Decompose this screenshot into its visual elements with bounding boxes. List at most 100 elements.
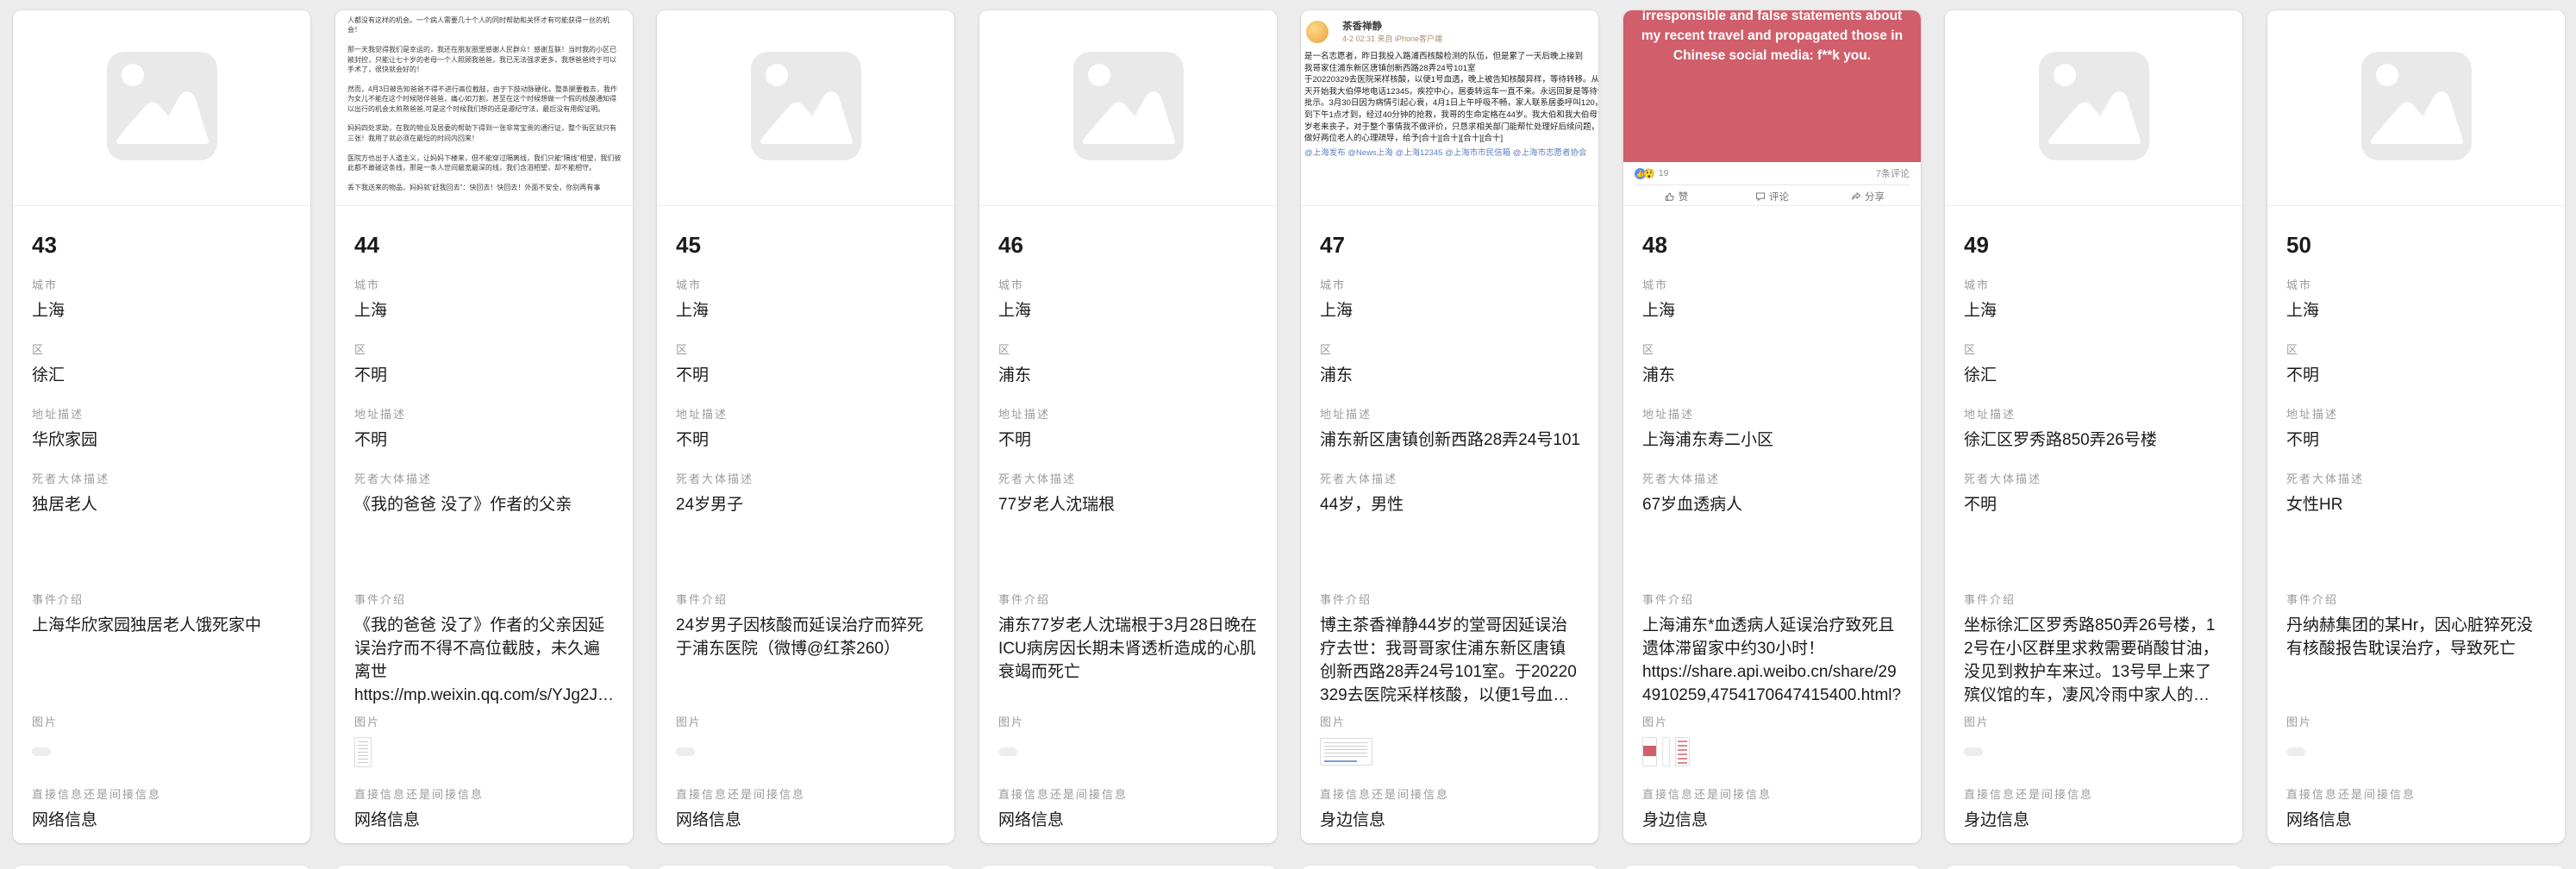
record-card[interactable]: irresponsible and false statements about… bbox=[1623, 10, 1921, 843]
comment-icon bbox=[1755, 191, 1766, 202]
attachment-thumbnails bbox=[676, 736, 935, 767]
field-label-city: 城市 bbox=[676, 278, 935, 292]
attachment-thumbnail-pill[interactable] bbox=[32, 747, 51, 756]
field-value-address: 不明 bbox=[2286, 428, 2546, 452]
field-label-city: 城市 bbox=[32, 278, 291, 292]
article-text: 人都没有这样的机会。一个病人需要几十个人的同时帮助和关怀才有可能获得一丝的机会！… bbox=[347, 16, 622, 192]
cover-placeholder bbox=[657, 10, 954, 205]
card-cover bbox=[2267, 10, 2565, 206]
field-value-deceased: 《我的爸爸 没了》作者的父亲 bbox=[354, 493, 614, 572]
record-number: 44 bbox=[354, 232, 614, 258]
field-label-address: 地址描述 bbox=[354, 408, 614, 422]
field-value-district: 不明 bbox=[676, 364, 935, 387]
attachment-thumbnail-pill[interactable] bbox=[676, 747, 695, 756]
field-label-image: 图片 bbox=[1642, 716, 1902, 729]
field-label-city: 城市 bbox=[998, 278, 1258, 292]
field-label-deceased: 死者大体描述 bbox=[354, 472, 614, 486]
field-label-district: 区 bbox=[676, 343, 935, 357]
cover-placeholder bbox=[1945, 10, 2242, 205]
attachment-thumbnail-fb-thin[interactable] bbox=[1662, 737, 1670, 766]
article-screenshot: 人都没有这样的机会。一个病人需要几十个人的同时帮助和关怀才有可能获得一丝的机会！… bbox=[335, 10, 633, 192]
field-label-deceased: 死者大体描述 bbox=[998, 472, 1258, 486]
card-cover: 人都没有这样的机会。一个病人需要几十个人的同时帮助和关怀才有可能获得一丝的机会！… bbox=[335, 10, 633, 206]
next-row-card-top bbox=[979, 866, 1277, 869]
field-value-district: 浦东 bbox=[1320, 364, 1579, 387]
field-value-address: 上海浦东寿二小区 bbox=[1642, 428, 1902, 452]
field-value-district: 浦东 bbox=[998, 364, 1258, 387]
attachment-thumbnails bbox=[2286, 736, 2546, 767]
field-label-city: 城市 bbox=[1964, 278, 2223, 292]
attachment-thumbnail-pill[interactable] bbox=[1964, 747, 1983, 756]
field-value-direct: 身边信息 bbox=[1320, 809, 1579, 832]
field-label-district: 区 bbox=[1320, 343, 1579, 357]
field-label-district: 区 bbox=[32, 343, 291, 357]
field-label-city: 城市 bbox=[1642, 278, 1902, 292]
field-label-deceased: 死者大体描述 bbox=[1320, 472, 1579, 486]
share-icon bbox=[1851, 191, 1861, 202]
attachment-thumbnail-fb-red[interactable] bbox=[1642, 737, 1657, 766]
field-value-deceased: 77岁老人沈瑞根 bbox=[998, 493, 1258, 572]
like-button: 赞 bbox=[1629, 190, 1724, 203]
facebook-reaction-row: 👍 😲 19 7条评论 bbox=[1623, 162, 1921, 184]
field-value-event: 上海华欣家园独居老人饿死家中 bbox=[32, 614, 291, 707]
attachment-thumbnail-doc[interactable] bbox=[354, 737, 372, 767]
field-label-event: 事件介绍 bbox=[1320, 593, 1579, 607]
record-card[interactable]: 是一名志愿者，昨日我投入路浦西核酸检测的队伍，但是累了一天后晚上接到 我哥家住浦… bbox=[1301, 10, 1598, 843]
record-number: 49 bbox=[1964, 232, 2223, 258]
field-value-direct: 网络信息 bbox=[32, 809, 291, 832]
card-body: 44 城市 上海 区 不明 地址描述 不明 死者大体描述 《我的爸爸 没了》作者… bbox=[335, 232, 633, 832]
field-value-city: 上海 bbox=[1964, 299, 2223, 322]
weibo-username: 茶香禅静 bbox=[1342, 21, 1595, 33]
field-value-city: 上海 bbox=[1642, 299, 1902, 322]
field-value-address: 不明 bbox=[998, 428, 1258, 452]
card-body: 47 城市 上海 区 浦东 地址描述 浦东新区唐镇创新西路28弄24号101室 … bbox=[1301, 232, 1598, 832]
field-value-district: 不明 bbox=[354, 364, 614, 387]
wow-reaction-icon: 😲 bbox=[1643, 168, 1655, 179]
field-value-deceased: 24岁男子 bbox=[676, 493, 935, 572]
field-label-direct: 直接信息还是间接信息 bbox=[1964, 788, 2223, 802]
field-value-event: 上海浦东*血透病人延误治疗致死且遗体滞留家中约30小时！ https://sha… bbox=[1642, 614, 1902, 707]
record-number: 43 bbox=[32, 232, 291, 258]
field-value-direct: 网络信息 bbox=[354, 809, 614, 832]
field-label-deceased: 死者大体描述 bbox=[2286, 472, 2546, 486]
card-body: 46 城市 上海 区 浦东 地址描述 不明 死者大体描述 77岁老人沈瑞根 事件… bbox=[979, 232, 1277, 832]
field-value-district: 浦东 bbox=[1642, 364, 1902, 387]
record-card[interactable]: 46 城市 上海 区 浦东 地址描述 不明 死者大体描述 77岁老人沈瑞根 事件… bbox=[979, 10, 1277, 843]
attachment-thumbnail-pill[interactable] bbox=[2286, 747, 2305, 756]
next-row-card-top bbox=[657, 866, 954, 869]
field-value-deceased: 女性HR bbox=[2286, 493, 2546, 572]
weibo-screenshot: 茶香禅静 4-2 02:31 来自 iPhone客户端 是一名志愿者，昨日我投入… bbox=[1301, 10, 1598, 159]
record-card[interactable]: 49 城市 上海 区 徐汇 地址描述 徐汇区罗秀路850弄26号楼 死者大体描述… bbox=[1945, 10, 2242, 843]
field-label-deceased: 死者大体描述 bbox=[676, 472, 935, 486]
field-label-city: 城市 bbox=[354, 278, 614, 292]
record-card[interactable]: 人都没有这样的机会。一个病人需要几十个人的同时帮助和关怀才有可能获得一丝的机会！… bbox=[335, 10, 633, 843]
record-number: 48 bbox=[1642, 232, 1902, 258]
attachment-thumbnail-pill[interactable] bbox=[998, 747, 1017, 756]
record-card[interactable]: 45 城市 上海 区 不明 地址描述 不明 死者大体描述 24岁男子 事件介绍 … bbox=[657, 10, 954, 843]
field-value-city: 上海 bbox=[354, 299, 614, 322]
field-value-event: 24岁男子因核酸而延误治疗而猝死于浦东医院（微博@红茶260） bbox=[676, 614, 935, 707]
image-placeholder-icon bbox=[2361, 52, 2472, 165]
record-card[interactable]: 50 城市 上海 区 不明 地址描述 不明 死者大体描述 女性HR 事件介绍 丹… bbox=[2267, 10, 2565, 843]
card-body: 49 城市 上海 区 徐汇 地址描述 徐汇区罗秀路850弄26号楼 死者大体描述… bbox=[1945, 232, 2242, 832]
field-value-direct: 网络信息 bbox=[676, 809, 935, 832]
next-row-card-top bbox=[1945, 866, 2242, 869]
field-label-city: 城市 bbox=[2286, 278, 2546, 292]
record-card[interactable]: 43 城市 上海 区 徐汇 地址描述 华欣家园 死者大体描述 独居老人 事件介绍… bbox=[13, 10, 310, 843]
attachment-thumbnail-fb-lines[interactable] bbox=[1675, 737, 1690, 766]
field-value-district: 徐汇 bbox=[32, 364, 291, 387]
attachment-thumbnail-shot[interactable] bbox=[1320, 738, 1372, 766]
field-value-address: 华欣家园 bbox=[32, 428, 291, 452]
field-label-image: 图片 bbox=[676, 716, 935, 729]
attachment-thumbnails bbox=[354, 736, 614, 767]
field-value-event: 浦东77岁老人沈瑞根于3月28日晚在ICU病房因长期未肾透析造成的心肌衰竭而死亡 bbox=[998, 614, 1258, 707]
comment-count: 7条评论 bbox=[1876, 166, 1910, 180]
field-value-direct: 身边信息 bbox=[1964, 809, 2223, 832]
facebook-post-text: irresponsible and false statements about… bbox=[1641, 10, 1904, 66]
next-row-card-top bbox=[1623, 866, 1921, 869]
field-label-event: 事件介绍 bbox=[32, 593, 291, 607]
field-value-district: 徐汇 bbox=[1964, 364, 2223, 387]
card-cover bbox=[979, 10, 1277, 206]
image-placeholder-icon bbox=[107, 52, 217, 165]
record-number: 50 bbox=[2286, 232, 2546, 258]
